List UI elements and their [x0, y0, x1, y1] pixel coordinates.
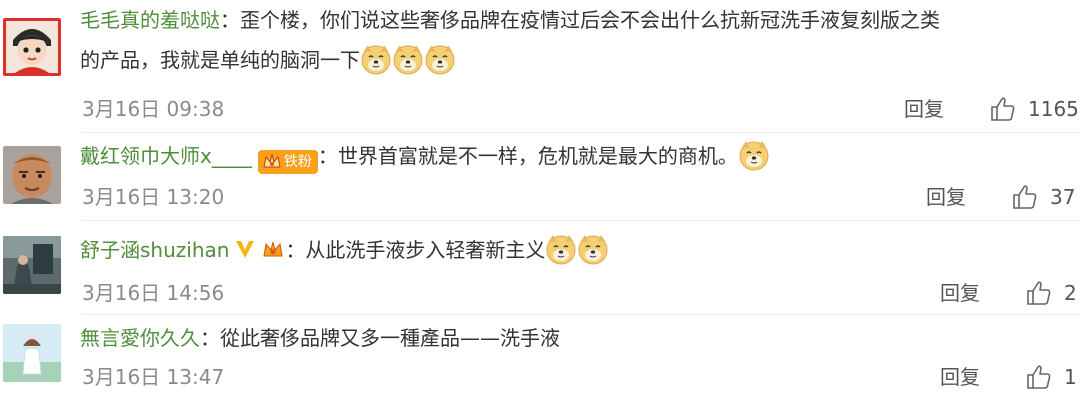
thumbs-up-icon [1027, 365, 1051, 389]
username-link[interactable]: 毛毛真的羞哒哒 [80, 8, 220, 32]
doge-emoji [577, 233, 609, 265]
username-link[interactable]: 舒子涵shuzihan [80, 238, 229, 262]
like-button[interactable]: 2 [1026, 278, 1077, 308]
comment-time: 3月16日 13:47 [82, 365, 225, 389]
divider [82, 132, 1080, 133]
like-count: 1 [1064, 365, 1077, 389]
comment-time: 3月16日 13:20 [82, 185, 225, 209]
comment-time: 3月16日 09:38 [82, 97, 225, 121]
reply-button[interactable]: 回复 [926, 182, 966, 212]
comment-text: 毛毛真的羞哒哒：歪个楼，你们说这些奢侈品牌在疫情过后会不会出什么抗新冠洗手液复刻… [80, 0, 1060, 80]
thumbs-up-icon [1027, 281, 1051, 305]
reply-button[interactable]: 回复 [904, 94, 944, 124]
comment-text: 舒子涵shuzihan ：从此洗手液步入轻奢新主义 [80, 230, 1060, 270]
avatar[interactable] [3, 324, 61, 382]
divider [82, 220, 1080, 221]
like-count: 1165 [1028, 97, 1079, 121]
avatar[interactable] [3, 18, 61, 76]
doge-emoji [424, 43, 456, 75]
username-link[interactable]: 無言愛你久久 [80, 326, 200, 350]
crown-icon [263, 153, 281, 168]
comment-text: 無言愛你久久：從此奢侈品牌又多一種產品——洗手液 [80, 318, 1060, 358]
doge-emoji [392, 43, 424, 75]
avatar[interactable] [3, 236, 61, 294]
thumbs-up-icon [991, 97, 1015, 121]
thumbs-up-icon [1013, 185, 1037, 209]
comment-body: ：世界首富就是不一样，危机就是最大的商机。 [317, 144, 738, 168]
doge-emoji [360, 43, 392, 75]
fan-badge: 铁粉 [257, 150, 318, 174]
like-count: 2 [1064, 281, 1077, 305]
like-button[interactable]: 1165 [990, 94, 1079, 124]
username-link[interactable]: 戴红领巾大师x____ [80, 144, 252, 168]
comment-time: 3月16日 14:56 [82, 281, 225, 305]
like-button[interactable]: 1 [1026, 362, 1077, 392]
reply-button[interactable]: 回复 [940, 278, 980, 308]
comment-body: ：从此洗手液步入轻奢新主义 [285, 238, 546, 262]
doge-emoji [738, 139, 770, 171]
comment-body: ：從此奢侈品牌又多一種產品——洗手液 [200, 326, 560, 350]
like-button[interactable]: 37 [1012, 182, 1075, 212]
comment-text-line2: 的产品，我就是单纯的脑洞一下 [80, 48, 360, 72]
comment-text-line1: ：歪个楼，你们说这些奢侈品牌在疫情过后会不会出什么抗新冠洗手液复刻版之类 [220, 8, 940, 32]
avatar[interactable] [3, 146, 61, 204]
crown-icon [261, 234, 285, 258]
verified-v-icon [233, 234, 257, 258]
comment-text: 戴红领巾大师x____ 铁粉 ：世界首富就是不一样，危机就是最大的商机。 [80, 136, 1060, 176]
doge-emoji [545, 233, 577, 265]
divider [82, 314, 1080, 315]
like-count: 37 [1050, 185, 1076, 209]
reply-button[interactable]: 回复 [940, 362, 980, 392]
